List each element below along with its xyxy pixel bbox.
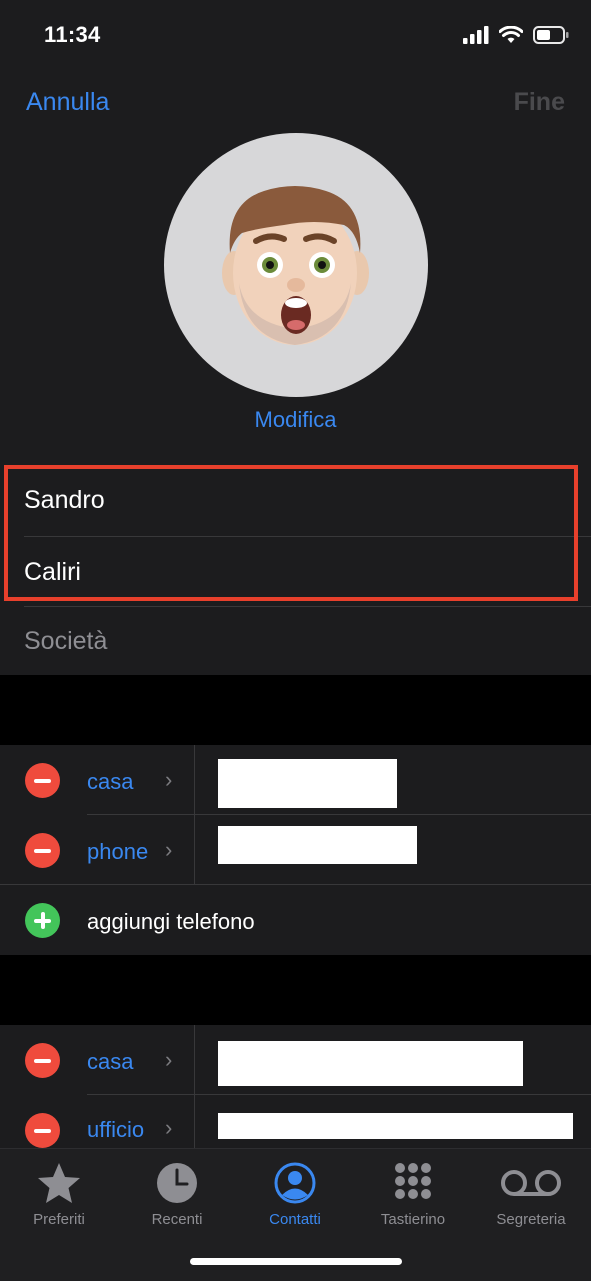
contact-photo[interactable] [164, 133, 428, 397]
phone-type-label[interactable]: phone [87, 839, 148, 865]
divider [194, 815, 195, 885]
cancel-button[interactable]: Annulla [26, 88, 109, 117]
cellular-signal-icon [463, 26, 489, 44]
voicemail-icon [501, 1170, 561, 1196]
wifi-icon [499, 26, 523, 43]
clock-icon [157, 1163, 197, 1203]
done-button[interactable]: Fine [514, 88, 565, 117]
email-type-label[interactable]: casa [87, 1049, 133, 1075]
edit-photo-button[interactable]: Modifica [0, 407, 591, 433]
phone-row[interactable]: phone › [0, 815, 591, 885]
tab-label: Preferiti [33, 1211, 85, 1228]
tab-voicemail[interactable]: Segreteria [472, 1161, 590, 1228]
email-field[interactable] [218, 1113, 573, 1139]
phone-row[interactable]: casa › [0, 745, 591, 815]
remove-email-button[interactable] [25, 1043, 60, 1078]
phone-number-field[interactable] [218, 826, 417, 864]
chevron-right-icon[interactable]: › [165, 837, 172, 863]
highlight-box [4, 465, 578, 601]
divider [194, 1025, 195, 1095]
memoji-avatar-icon [222, 186, 369, 345]
add-phone-row[interactable]: aggiungi telefono [0, 885, 591, 955]
phone-type-label[interactable]: casa [87, 769, 133, 795]
divider [24, 606, 591, 607]
email-type-label[interactable]: ufficio [87, 1117, 144, 1143]
person-circle-icon [274, 1162, 316, 1204]
star-icon [38, 1163, 80, 1203]
tab-label: Recenti [151, 1211, 203, 1228]
tab-keypad[interactable]: Tastierino [354, 1161, 472, 1228]
tab-favorites[interactable]: Preferiti [0, 1161, 118, 1228]
home-indicator[interactable] [190, 1258, 402, 1265]
section-gap [0, 675, 591, 745]
tab-recents[interactable]: Recenti [118, 1161, 236, 1228]
add-phone-label[interactable]: aggiungi telefono [87, 909, 255, 935]
status-icons [463, 26, 569, 44]
phone-number-field[interactable] [218, 759, 397, 808]
keypad-icon [395, 1163, 431, 1199]
email-row[interactable]: casa › [0, 1025, 591, 1095]
tab-label: Contatti [269, 1211, 321, 1228]
section-gap [0, 955, 591, 1025]
add-phone-button[interactable] [25, 903, 60, 938]
email-field[interactable] [218, 1041, 523, 1086]
tab-contacts[interactable]: Contatti [236, 1161, 354, 1228]
remove-phone-button[interactable] [25, 763, 60, 798]
divider [194, 745, 195, 815]
battery-icon [533, 26, 569, 44]
chevron-right-icon[interactable]: › [165, 1047, 172, 1073]
chevron-right-icon[interactable]: › [165, 1115, 172, 1141]
tab-label: Segreteria [496, 1211, 566, 1228]
remove-email-button[interactable] [25, 1113, 60, 1148]
status-time: 11:34 [44, 22, 101, 47]
company-field[interactable]: Società [24, 627, 107, 656]
remove-phone-button[interactable] [25, 833, 60, 868]
chevron-right-icon[interactable]: › [165, 767, 172, 793]
tab-label: Tastierino [380, 1211, 446, 1228]
